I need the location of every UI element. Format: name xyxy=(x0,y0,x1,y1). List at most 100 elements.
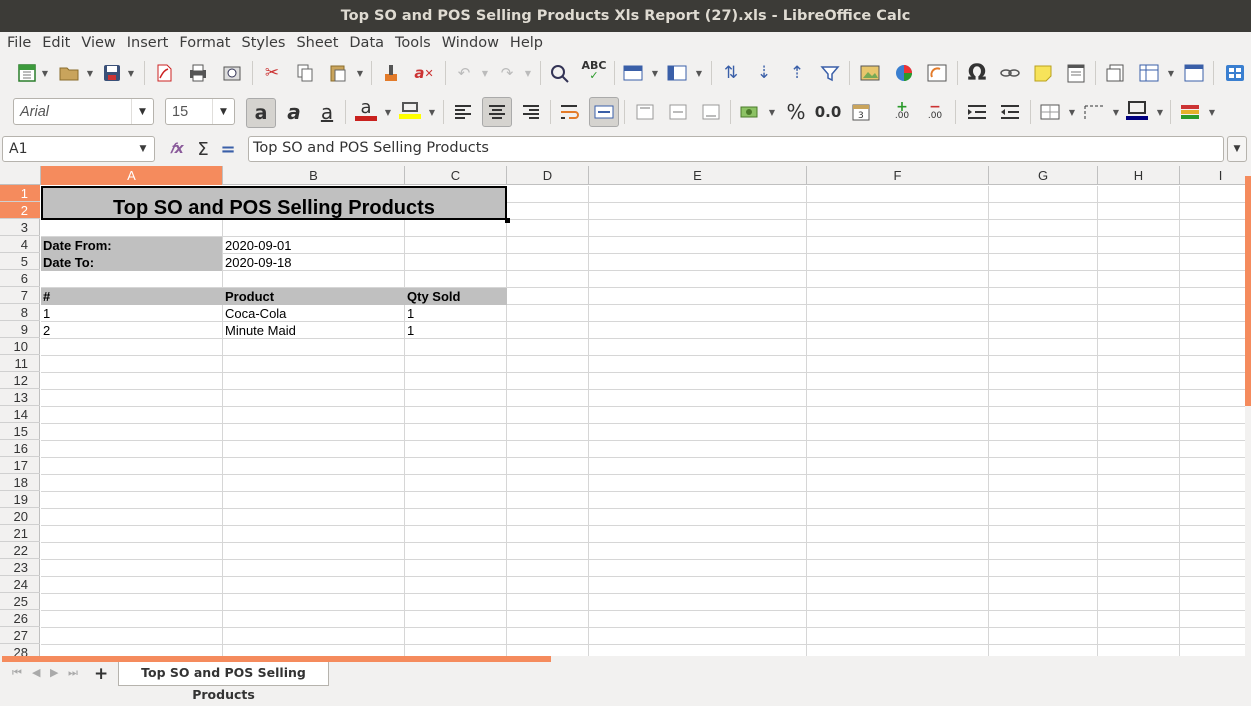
conditional-format-icon[interactable] xyxy=(1179,101,1201,123)
menu-window[interactable]: Window xyxy=(442,35,499,51)
sum-icon[interactable]: Σ xyxy=(192,138,214,160)
row-header[interactable]: 25 xyxy=(0,593,40,610)
bold-icon[interactable]: a xyxy=(246,98,276,128)
menu-file[interactable]: File xyxy=(7,35,31,51)
menu-view[interactable]: View xyxy=(81,35,115,51)
row-header[interactable]: 12 xyxy=(0,372,40,389)
paste-icon[interactable] xyxy=(327,62,349,84)
column-header-f[interactable]: F xyxy=(807,166,989,185)
font-color-dropdown-icon[interactable]: ▼ xyxy=(384,108,392,117)
find-replace-icon[interactable] xyxy=(549,62,571,84)
image-icon[interactable] xyxy=(859,62,881,84)
row-header[interactable]: 27 xyxy=(0,627,40,644)
save-icon[interactable] xyxy=(101,62,123,84)
row-header[interactable]: 20 xyxy=(0,508,40,525)
undo-icon[interactable]: ↶ xyxy=(453,62,475,84)
menu-tools[interactable]: Tools xyxy=(395,35,431,51)
sort-icon[interactable]: ⇅ xyxy=(720,62,742,84)
autofill-handle[interactable] xyxy=(505,218,510,223)
undo-dropdown-icon[interactable]: ▼ xyxy=(481,69,489,78)
save-dropdown-icon[interactable]: ▼ xyxy=(127,69,135,78)
delete-decimal-icon[interactable]: − .00 xyxy=(924,100,946,123)
column-header-d[interactable]: D xyxy=(507,166,589,185)
sidebar-deck-icon[interactable] xyxy=(1224,62,1246,84)
highlight-color-icon[interactable] xyxy=(399,99,421,121)
report-title-cell[interactable]: Top SO and POS Selling Products xyxy=(41,186,507,220)
row-header[interactable]: 6 xyxy=(0,270,40,287)
cell-area[interactable]: Date From: 2020-09-01 Date To: 2020-09-1… xyxy=(41,186,1245,656)
last-sheet-icon[interactable]: ⏭ xyxy=(68,666,78,680)
highlight-dropdown-icon[interactable]: ▼ xyxy=(428,108,436,117)
align-left-icon[interactable] xyxy=(452,101,474,123)
table-cell-product[interactable]: Minute Maid xyxy=(223,322,404,339)
menu-help[interactable]: Help xyxy=(510,35,543,51)
border-color-icon[interactable] xyxy=(1126,99,1148,121)
formula-icon[interactable]: = xyxy=(217,138,239,160)
row-header[interactable]: 4 xyxy=(0,236,40,253)
name-box-dropdown-icon[interactable]: ▼ xyxy=(132,137,154,161)
row-header[interactable]: 11 xyxy=(0,355,40,372)
sheet-tab-active[interactable]: Top SO and POS Selling Products xyxy=(118,662,329,702)
formula-input[interactable]: Top SO and POS Selling Products xyxy=(248,136,1224,162)
font-name-box[interactable]: Arial ▼ xyxy=(13,98,154,125)
row-header[interactable]: 23 xyxy=(0,559,40,576)
border-style-icon[interactable] xyxy=(1083,101,1105,123)
table-cell-qty[interactable]: 1 xyxy=(405,305,506,322)
open-dropdown-icon[interactable]: ▼ xyxy=(86,69,94,78)
decrease-indent-icon[interactable] xyxy=(999,101,1021,123)
font-color-icon[interactable]: a xyxy=(355,98,377,121)
italic-icon[interactable]: a xyxy=(283,100,305,124)
row-header[interactable]: 19 xyxy=(0,491,40,508)
align-right-icon[interactable] xyxy=(520,101,542,123)
borders-icon[interactable] xyxy=(1039,101,1061,123)
vertical-scroll-thumb[interactable] xyxy=(1245,176,1251,406)
date-to-value[interactable]: 2020-09-18 xyxy=(223,254,404,271)
add-decimal-icon[interactable]: + .00 xyxy=(891,100,913,123)
menu-insert[interactable]: Insert xyxy=(127,35,169,51)
first-sheet-icon[interactable]: ⏮ xyxy=(12,666,22,680)
clear-formatting-icon[interactable]: a ✕ xyxy=(413,62,435,84)
column-dropdown-icon[interactable]: ▼ xyxy=(695,69,703,78)
column-header-a[interactable]: A xyxy=(41,166,223,185)
print-icon[interactable] xyxy=(187,62,209,84)
pivot-table-icon[interactable] xyxy=(926,62,948,84)
column-header-g[interactable]: G xyxy=(989,166,1098,185)
number-format-icon[interactable]: 0.0 xyxy=(815,101,842,123)
font-size-box[interactable]: 15 ▼ xyxy=(165,98,235,125)
table-header-number[interactable]: # xyxy=(41,288,223,305)
vertical-scrollbar[interactable] xyxy=(1245,166,1251,656)
center-vertically-icon[interactable] xyxy=(667,101,689,123)
row-header[interactable]: 13 xyxy=(0,389,40,406)
clone-formatting-icon[interactable] xyxy=(380,62,402,84)
column-header-e[interactable]: E xyxy=(589,166,807,185)
comment-icon[interactable] xyxy=(1032,62,1054,84)
underline-icon[interactable]: a xyxy=(316,100,338,124)
borders-dropdown-icon[interactable]: ▼ xyxy=(1068,108,1076,117)
hyperlink-icon[interactable] xyxy=(999,62,1021,84)
row-header[interactable]: 1 xyxy=(0,185,40,202)
menu-sheet[interactable]: Sheet xyxy=(296,35,338,51)
row-header[interactable]: 9 xyxy=(0,321,40,338)
table-cell-qty[interactable]: 1 xyxy=(405,322,506,339)
increase-indent-icon[interactable] xyxy=(966,101,988,123)
font-name-dropdown-icon[interactable]: ▼ xyxy=(131,99,153,124)
copy-icon[interactable] xyxy=(294,62,316,84)
row-header[interactable]: 28 xyxy=(0,644,40,656)
menu-data[interactable]: Data xyxy=(349,35,384,51)
align-bottom-icon[interactable] xyxy=(700,101,722,123)
sort-ascending-icon[interactable]: ⇣ xyxy=(753,62,775,84)
paste-dropdown-icon[interactable]: ▼ xyxy=(356,69,364,78)
row-icon[interactable] xyxy=(622,62,644,84)
freeze-dropdown-icon[interactable]: ▼ xyxy=(1167,69,1175,78)
new-dropdown-icon[interactable]: ▼ xyxy=(41,69,49,78)
add-sheet-icon[interactable]: + xyxy=(94,664,108,684)
row-header[interactable]: 17 xyxy=(0,457,40,474)
open-folder-icon[interactable] xyxy=(58,62,80,84)
column-header-c[interactable]: C xyxy=(405,166,507,185)
table-cell-product[interactable]: Coca-Cola xyxy=(223,305,404,322)
date-from-label[interactable]: Date From: xyxy=(41,237,222,254)
column-header-h[interactable]: H xyxy=(1098,166,1180,185)
row-header[interactable]: 8 xyxy=(0,304,40,321)
chart-icon[interactable] xyxy=(893,62,915,84)
date-format-icon[interactable]: 3 xyxy=(850,101,872,123)
